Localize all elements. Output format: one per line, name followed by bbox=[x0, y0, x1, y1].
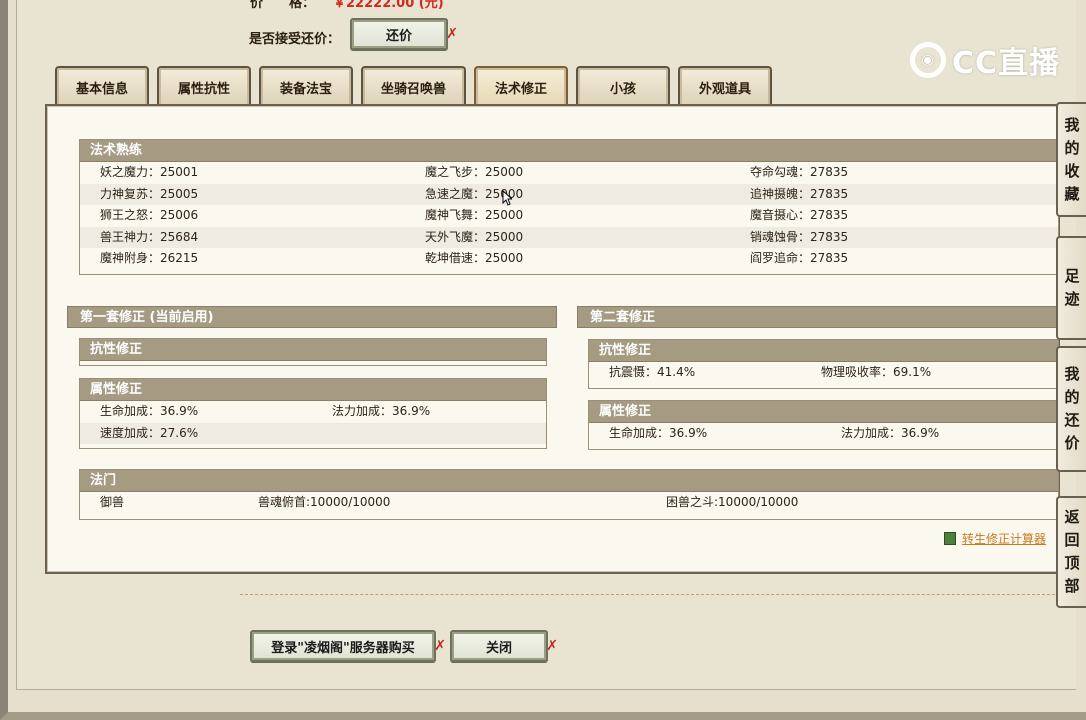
my-favorites-button[interactable]: 我 的 收 藏 bbox=[1056, 102, 1086, 217]
attr-value: 法力加成：36.9% bbox=[841, 426, 940, 440]
skill-value: 妖之魔力：25001 bbox=[100, 165, 199, 179]
set1-title: 第一套修正 (当前启用) bbox=[67, 306, 557, 328]
skill-value: 魔音摄心：27835 bbox=[750, 208, 849, 222]
sect-section: 法门 御兽 兽魂俯首:10000/10000 困兽之斗:10000/10000 bbox=[79, 469, 1059, 520]
side-char: 还 bbox=[1064, 411, 1080, 429]
sect-value: 御兽 bbox=[100, 495, 125, 509]
resist-value: 物理吸收率：69.1% bbox=[821, 365, 932, 379]
table-row: 生命加成：36.9% 法力加成：36.9% bbox=[589, 423, 1058, 445]
set2-resist-title: 抗性修正 bbox=[589, 340, 1058, 362]
attr-value: 速度加成：27.6% bbox=[100, 425, 199, 440]
skill-value: 乾坤借速：25000 bbox=[425, 251, 524, 265]
skill-value: 天外飞魔：25000 bbox=[425, 229, 524, 244]
cc-logo-icon: ◉ bbox=[910, 42, 946, 78]
sect-title: 法门 bbox=[80, 470, 1058, 492]
skill-mastery-section: 法术熟练 妖之魔力：25001 魔之飞步：25000 夺命勾魂：27835 力神… bbox=[79, 139, 1059, 275]
spell-modifier-panel: 法术熟练 妖之魔力：25001 魔之飞步：25000 夺命勾魂：27835 力神… bbox=[45, 104, 1060, 574]
skill-value: 魔神飞舞：25000 bbox=[425, 208, 524, 222]
skill-value: 魔之飞步：25000 bbox=[425, 165, 524, 179]
set2-title: 第二套修正 bbox=[577, 306, 1059, 328]
tab-basic-info[interactable]: 基本信息 bbox=[55, 66, 149, 106]
table-row: 魔神附身：26215 乾坤借速：25000 阎罗追命：27835 bbox=[80, 248, 1058, 270]
side-char: 我 bbox=[1064, 115, 1080, 134]
brand-logo-text: CC直播 bbox=[952, 46, 1061, 81]
back-to-top-button[interactable]: 返 回 顶 部 bbox=[1056, 496, 1086, 608]
side-char: 藏 bbox=[1064, 184, 1080, 203]
price-row: 价 格： ￥22222.00 (元) bbox=[250, 0, 444, 11]
skill-value: 夺命勾魂：27835 bbox=[750, 165, 849, 179]
skill-value: 销魂蚀骨：27835 bbox=[750, 229, 849, 244]
tab-attributes[interactable]: 属性抗性 bbox=[157, 66, 251, 106]
table-row: 抗震慑：41.4% 物理吸收率：69.1% bbox=[589, 362, 1058, 384]
close-mark-icon: ✗ bbox=[446, 26, 458, 42]
tab-children[interactable]: 小孩 bbox=[576, 66, 671, 106]
set1-resist-title: 抗性修正 bbox=[80, 339, 546, 361]
resist-value: 抗震慑：41.4% bbox=[609, 365, 696, 379]
attr-value: 生命加成：36.9% bbox=[100, 404, 199, 418]
login-buy-label: 登录"凌烟阁"服务器购买 bbox=[271, 640, 415, 656]
close-button[interactable]: 关闭 ✗ bbox=[450, 630, 558, 662]
close-mark-icon: ✗ bbox=[434, 638, 446, 654]
set1-resist-section: 抗性修正 bbox=[79, 338, 547, 366]
side-char: 返 bbox=[1064, 508, 1080, 526]
skill-value: 兽王神力：25684 bbox=[100, 229, 199, 244]
skill-value: 追神摄魄：27835 bbox=[750, 186, 849, 201]
skill-value: 阎罗追命：27835 bbox=[750, 251, 849, 265]
side-char: 的 bbox=[1064, 388, 1080, 406]
divider bbox=[240, 594, 1060, 595]
set2-attr-title: 属性修正 bbox=[589, 401, 1058, 423]
tab-bar: 基本信息 属性抗性 装备法宝 坐骑召唤兽 法术修正 小孩 外观道具 bbox=[55, 66, 773, 106]
close-mark-icon: ✗ bbox=[546, 638, 558, 654]
calculator-icon bbox=[944, 532, 956, 545]
table-row: 力神复苏：25005 急速之魔：25000 追神摄魄：27835 bbox=[80, 183, 1058, 205]
counter-offer-label: 还价 bbox=[385, 28, 412, 44]
skill-value: 力神复苏：25005 bbox=[100, 186, 199, 201]
set2-attr-section: 属性修正 生命加成：36.9% 法力加成：36.9% bbox=[588, 400, 1059, 450]
side-char: 我 bbox=[1064, 365, 1080, 383]
tab-spell-modifiers[interactable]: 法术修正 bbox=[474, 66, 569, 106]
table-row: 妖之魔力：25001 魔之飞步：25000 夺命勾魂：27835 bbox=[80, 162, 1058, 184]
set1-attr-section: 属性修正 生命加成：36.9% 法力加成：36.9% 速度加成：27.6% bbox=[79, 378, 547, 449]
price-value: ￥22222.00 (元) bbox=[333, 0, 444, 11]
skill-value: 魔神附身：26215 bbox=[100, 251, 199, 265]
close-button-label: 关闭 bbox=[485, 640, 512, 656]
set1-attr-title: 属性修正 bbox=[80, 379, 546, 401]
rebirth-calculator-label: 转生修正计算器 bbox=[962, 532, 1047, 546]
set2-resist-section: 抗性修正 抗震慑：41.4% 物理吸收率：69.1% bbox=[588, 339, 1059, 389]
skill-value: 狮王之怒：25006 bbox=[100, 208, 199, 222]
side-char: 价 bbox=[1064, 434, 1080, 452]
accept-counter-label: 是否接受还价： bbox=[249, 32, 341, 47]
table-row: 速度加成：27.6% bbox=[80, 422, 546, 444]
table-row: 生命加成：36.9% 法力加成：36.9% bbox=[80, 401, 546, 423]
side-char: 顶 bbox=[1064, 554, 1080, 572]
tab-appearance[interactable]: 外观道具 bbox=[678, 66, 773, 106]
footprints-button[interactable]: 足 迹 bbox=[1056, 236, 1086, 340]
tab-equipment[interactable]: 装备法宝 bbox=[259, 66, 353, 106]
counter-offer-button[interactable]: 还价 ✗ bbox=[350, 18, 458, 50]
my-offers-button[interactable]: 我 的 还 价 bbox=[1056, 346, 1086, 472]
brand-logo: ◉ CC直播 bbox=[910, 38, 1060, 82]
sect-value: 兽魂俯首:10000/10000 bbox=[258, 495, 391, 509]
side-char: 足 bbox=[1064, 267, 1080, 285]
side-char: 部 bbox=[1064, 577, 1080, 595]
skill-mastery-title: 法术熟练 bbox=[80, 140, 1058, 162]
mouse-cursor-icon bbox=[502, 190, 512, 206]
attr-value: 生命加成：36.9% bbox=[609, 426, 708, 440]
side-char: 的 bbox=[1064, 138, 1080, 157]
side-char: 收 bbox=[1064, 161, 1080, 180]
attr-value: 法力加成：36.9% bbox=[332, 404, 431, 418]
rebirth-calculator-link[interactable]: 转生修正计算器 bbox=[944, 530, 1046, 547]
table-row: 兽王神力：25684 天外飞魔：25000 销魂蚀骨：27835 bbox=[80, 226, 1058, 248]
table-row: 御兽 兽魂俯首:10000/10000 困兽之斗:10000/10000 bbox=[80, 492, 1058, 514]
login-buy-button[interactable]: 登录"凌烟阁"服务器购买 ✗ bbox=[250, 630, 446, 662]
side-char: 回 bbox=[1064, 531, 1080, 549]
table-row: 狮王之怒：25006 魔神飞舞：25000 魔音摄心：27835 bbox=[80, 205, 1058, 227]
sect-value: 困兽之斗:10000/10000 bbox=[666, 495, 799, 509]
price-label: 价 格： bbox=[250, 0, 316, 11]
side-char: 迹 bbox=[1064, 290, 1080, 308]
tab-mounts-pets[interactable]: 坐骑召唤兽 bbox=[361, 66, 467, 106]
